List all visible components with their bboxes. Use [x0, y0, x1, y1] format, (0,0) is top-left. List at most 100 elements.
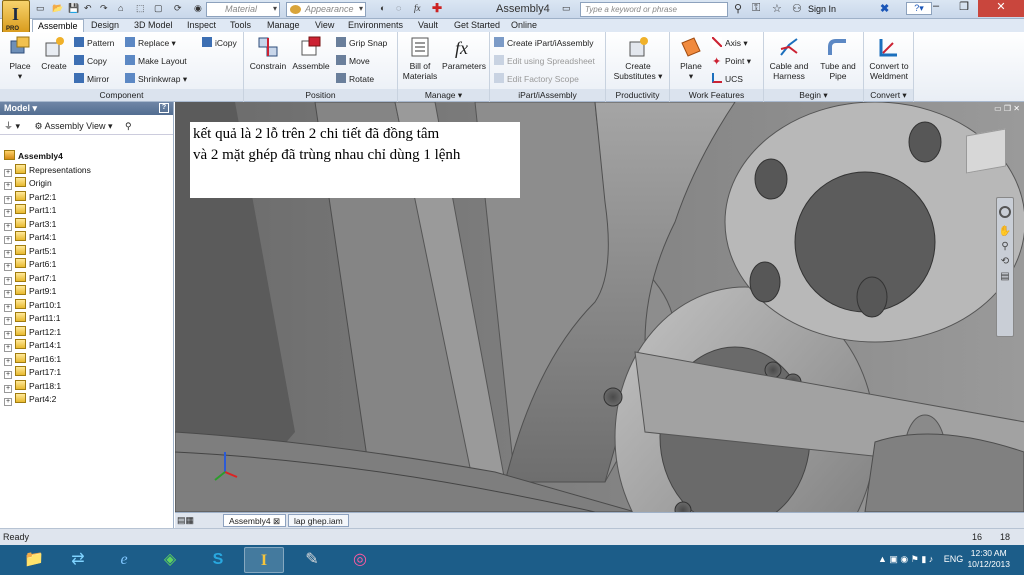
look-at-icon[interactable]: ▤	[997, 271, 1013, 282]
update-icon[interactable]: ⟳	[174, 3, 182, 16]
steering-wheel-icon[interactable]	[999, 206, 1011, 218]
make-layout-button[interactable]: Make Layout	[125, 55, 187, 67]
plane-button[interactable]: Plane ▾	[674, 35, 708, 81]
menu-toggle-icon[interactable]: ▭	[562, 3, 571, 16]
home-icon[interactable]: ⌂	[118, 3, 123, 16]
browser-tree-item[interactable]: + Part10:1	[4, 298, 91, 313]
expand-icon[interactable]: +	[4, 209, 12, 217]
search-input[interactable]: Type a keyword or phrase	[580, 2, 728, 17]
bill-of-materials-button[interactable]: Bill of Materials	[400, 35, 440, 81]
zoom-icon[interactable]: ⚲	[997, 241, 1013, 252]
begin-panel-label[interactable]: Begin ▾	[764, 89, 863, 101]
icopy-button[interactable]: iCopy	[202, 37, 237, 49]
screen-recorder-icon[interactable]: ◎	[340, 547, 380, 573]
create-button[interactable]: Create	[38, 35, 70, 71]
new-icon[interactable]: ▭	[36, 3, 45, 16]
close-button[interactable]: ✕	[978, 0, 1024, 17]
parameters-button[interactable]: fx Parameters	[440, 35, 488, 71]
tab-3d-model[interactable]: 3D Model	[129, 19, 178, 32]
browser-tree-item[interactable]: + Part2:1	[4, 190, 91, 205]
expand-icon[interactable]: +	[4, 303, 12, 312]
material-combo[interactable]: Material ▾	[206, 2, 280, 17]
browser-tree-item[interactable]: Assembly4	[4, 150, 91, 164]
assembly-view-dropdown[interactable]: ⚙ Assembly View ▾	[35, 121, 113, 131]
browser-tree-item[interactable]: + Origin	[4, 177, 91, 191]
sign-in-link[interactable]: Sign In	[808, 4, 836, 14]
browser-tree-item[interactable]: + Part18:1	[4, 379, 91, 394]
skype-icon[interactable]: S	[198, 547, 238, 573]
expand-icon[interactable]: +	[4, 330, 12, 339]
browser-tree-item[interactable]: + Part6:1	[4, 258, 91, 272]
expand-icon[interactable]: +	[4, 290, 12, 298]
paint-icon[interactable]: ✎	[292, 547, 332, 573]
minimize-button[interactable]: –	[922, 0, 950, 17]
move-button[interactable]: Move	[336, 55, 370, 67]
browser-tree-item[interactable]: + Representations	[4, 163, 91, 178]
browser-tree-item[interactable]: + Part11:1	[4, 312, 91, 326]
expand-icon[interactable]: +	[4, 398, 12, 406]
browser-tree-item[interactable]: + Part4:1	[4, 231, 91, 245]
convert-panel-label[interactable]: Convert ▾	[864, 89, 913, 101]
expand-icon[interactable]: +	[4, 371, 12, 379]
rotate-button[interactable]: Rotate	[336, 73, 374, 85]
tube-pipe-button[interactable]: Tube and Pipe	[816, 35, 860, 81]
binoculars-icon[interactable]: ⚲	[734, 2, 742, 15]
expand-icon[interactable]: +	[4, 263, 12, 271]
tab-tools[interactable]: Tools	[225, 19, 256, 32]
redo-icon[interactable]: ↷	[100, 3, 108, 16]
user-icon[interactable]: ⚇	[792, 2, 802, 15]
application-menu-button[interactable]: I PRO	[2, 0, 30, 34]
tile-icon[interactable]: ▤▦	[177, 515, 194, 526]
undo-icon[interactable]: ↶	[84, 3, 92, 16]
tab-assemble[interactable]: Assemble	[32, 19, 84, 32]
tab-environments[interactable]: Environments	[343, 19, 408, 32]
pattern-button[interactable]: Pattern	[74, 37, 114, 49]
tab-vault[interactable]: Vault	[413, 19, 443, 32]
copy-button[interactable]: Copy	[74, 55, 107, 67]
system-tray[interactable]: ▲ ▣ ◉ ⚑ ▮ ♪ ENG	[878, 554, 963, 565]
tab-inspect[interactable]: Inspect	[182, 19, 221, 32]
browser-tree-item[interactable]: + Part14:1	[4, 339, 91, 353]
expand-icon[interactable]: +	[4, 384, 12, 393]
color-wheel-icon[interactable]: ◉	[194, 3, 202, 16]
tab-get-started[interactable]: Get Started	[449, 19, 505, 32]
ucs-button[interactable]: UCS	[712, 73, 743, 85]
viewcube-icon[interactable]	[966, 128, 1006, 174]
cable-harness-button[interactable]: Cable and Harness	[766, 35, 812, 81]
doc-tab-lap-ghep[interactable]: lap ghep.iam	[288, 514, 349, 527]
create-ipart-button[interactable]: Create iPart/iAssembly	[494, 37, 593, 49]
expand-icon[interactable]: +	[4, 236, 12, 244]
clear-icon[interactable]: ◌	[396, 3, 401, 16]
point-button[interactable]: ✦ Point ▾	[712, 55, 751, 68]
clock[interactable]: 12:30 AM 10/12/2013	[967, 548, 1010, 570]
place-button[interactable]: Place ▾	[4, 35, 36, 81]
browser-header[interactable]: Model ▾ ?	[0, 102, 173, 115]
create-substitutes-button[interactable]: Create Substitutes ▾	[610, 35, 666, 81]
browser-tree-item[interactable]: + Part17:1	[4, 366, 91, 380]
select-icon[interactable]: ⬚	[136, 3, 145, 16]
graphics-window[interactable]: kết quả là 2 lỗ trên 2 chi tiết đã đồng …	[175, 102, 1024, 512]
expand-icon[interactable]: +	[4, 249, 12, 258]
fx-icon[interactable]: fx	[414, 3, 421, 16]
star-icon[interactable]: ☆	[772, 2, 782, 15]
doc-tab-assembly4[interactable]: Assembly4 ⊠	[223, 514, 287, 527]
expand-icon[interactable]: +	[4, 344, 12, 352]
save-icon[interactable]: 💾	[68, 3, 79, 16]
browser-tree-item[interactable]: + Part16:1	[4, 352, 91, 367]
find-icon[interactable]: ⚲	[125, 121, 132, 131]
browser-tree-item[interactable]: + Part12:1	[4, 325, 91, 340]
viewport-window-controls[interactable]: ▭ ❐ ✕	[994, 104, 1020, 113]
expand-icon[interactable]: +	[4, 168, 12, 177]
replace-button[interactable]: Replace ▾	[125, 37, 176, 49]
edit-factory-scope-button[interactable]: Edit Factory Scope	[494, 73, 579, 85]
language-indicator[interactable]: ENG	[944, 554, 964, 564]
browser-tree-item[interactable]: + Part1:1	[4, 204, 91, 218]
pan-icon[interactable]: ✋	[997, 226, 1013, 237]
expand-icon[interactable]: +	[4, 182, 12, 190]
assemble-button[interactable]: Assemble	[290, 35, 332, 71]
constrain-button[interactable]: Constrain	[248, 35, 288, 71]
teamviewer-icon[interactable]: ⇄	[58, 547, 98, 573]
expand-icon[interactable]: +	[4, 276, 12, 285]
axis-button[interactable]: Axis ▾	[712, 37, 748, 49]
select-filter-icon[interactable]: ▢	[154, 3, 163, 16]
